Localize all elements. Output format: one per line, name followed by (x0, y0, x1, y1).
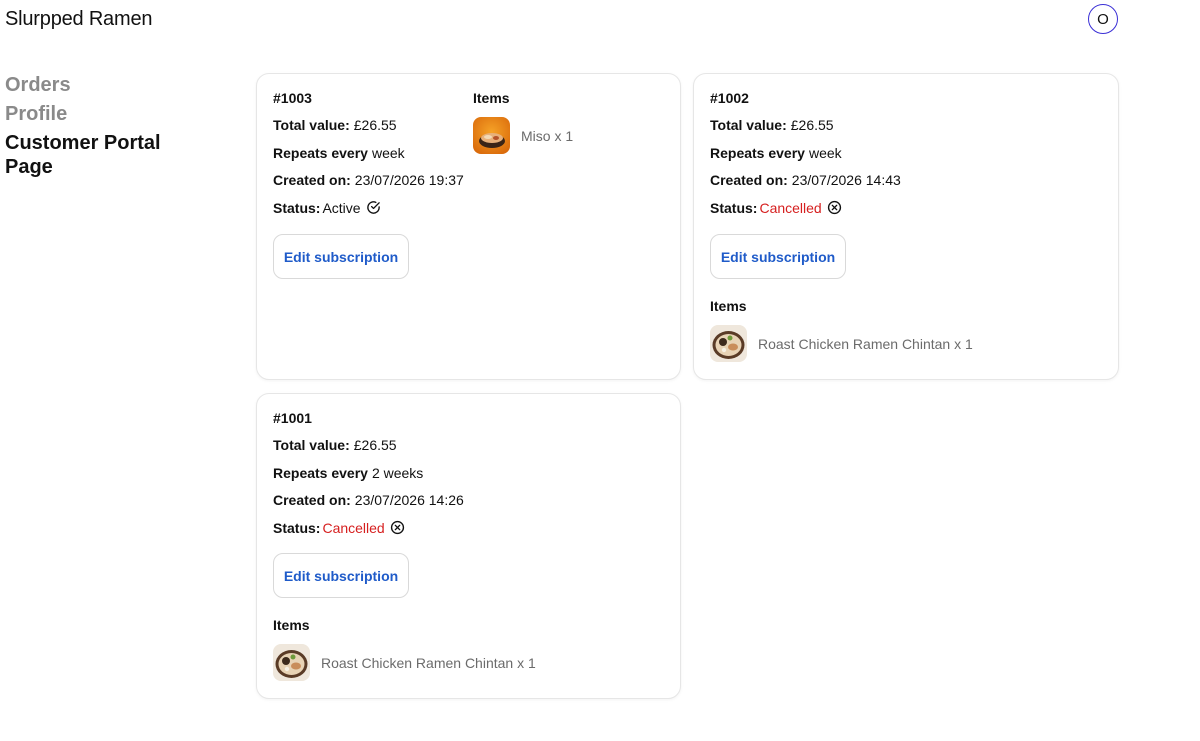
sidebar-item-orders[interactable]: Orders (5, 73, 195, 97)
items-section: Items Miso x 1 (473, 88, 573, 154)
item-name: Miso x 1 (521, 127, 574, 144)
subscription-details: #1003 Total value: £26.55 Repeats every … (273, 88, 464, 225)
total-value: £26.55 (353, 437, 397, 453)
created-label: Created on: (273, 492, 351, 508)
status-label: Status: (273, 519, 321, 536)
status-row: Status: Cancelled (273, 518, 464, 538)
repeats-value: 2 weeks (371, 464, 424, 481)
status-value: Cancelled (759, 199, 822, 216)
edit-subscription-button[interactable]: Edit subscription (273, 234, 409, 279)
total-value-row: Total value: £26.55 (273, 115, 464, 135)
chicken-ramen-thumbnail (273, 644, 310, 681)
subscription-details: #1002 Total value: £26.55 Repeats every … (710, 88, 901, 225)
total-value-label: Total value: (273, 437, 350, 453)
order-id: #1002 (710, 90, 749, 106)
sidebar-item-customer-portal-page[interactable]: Customer Portal Page (5, 131, 195, 179)
sidebar-item-profile[interactable]: Profile (5, 102, 195, 126)
created-value: 23/07/2026 14:43 (791, 172, 901, 188)
subscription-card: #1001 Total value: £26.55 Repeats every … (256, 393, 681, 699)
repeats-value: week (371, 144, 405, 161)
repeats-label: Repeats every (273, 144, 368, 161)
total-value: £26.55 (353, 117, 397, 133)
repeats-row: Repeats every week (273, 143, 464, 163)
item-name: Roast Chicken Ramen Chintan x 1 (758, 335, 973, 352)
items-heading: Items (473, 90, 510, 106)
edit-subscription-button[interactable]: Edit subscription (710, 234, 846, 279)
created-value: 23/07/2026 19:37 (354, 172, 464, 188)
created-row: Created on: 23/07/2026 14:43 (710, 170, 901, 190)
total-value: £26.55 (790, 117, 834, 133)
repeats-label: Repeats every (710, 144, 805, 161)
sidebar-nav: Orders Profile Customer Portal Page (5, 73, 195, 184)
created-label: Created on: (710, 172, 788, 188)
total-value-label: Total value: (710, 117, 787, 133)
items-heading: Items (710, 298, 747, 314)
repeats-label: Repeats every (273, 464, 368, 481)
total-value-row: Total value: £26.55 (273, 435, 464, 455)
subscription-details: #1001 Total value: £26.55 Repeats every … (273, 408, 464, 545)
x-circle-icon (827, 200, 842, 215)
status-label: Status: (273, 199, 321, 216)
created-label: Created on: (273, 172, 351, 188)
edit-subscription-button[interactable]: Edit subscription (273, 553, 409, 598)
check-circle-icon (366, 200, 381, 215)
status-value: Active (322, 199, 361, 216)
items-heading: Items (273, 617, 310, 633)
repeats-row: Repeats every 2 weeks (273, 463, 464, 483)
chicken-ramen-thumbnail (710, 325, 747, 362)
total-value-label: Total value: (273, 117, 350, 133)
created-row: Created on: 23/07/2026 14:26 (273, 490, 464, 510)
status-row: Status: Active (273, 198, 464, 218)
status-value: Cancelled (322, 519, 385, 536)
items-section: Items Roast Chicken Ramen Chintan x 1 (710, 296, 973, 362)
status-label: Status: (710, 199, 758, 216)
miso-ramen-thumbnail (473, 117, 510, 154)
subscription-card: #1002 Total value: £26.55 Repeats every … (693, 73, 1119, 380)
total-value-row: Total value: £26.55 (710, 115, 901, 135)
created-value: 23/07/2026 14:26 (354, 492, 464, 508)
items-section: Items Roast Chicken Ramen Chintan x 1 (273, 615, 536, 681)
item-name: Roast Chicken Ramen Chintan x 1 (321, 654, 536, 671)
repeats-row: Repeats every week (710, 143, 901, 163)
created-row: Created on: 23/07/2026 19:37 (273, 170, 464, 190)
order-id: #1001 (273, 410, 312, 426)
list-item: Roast Chicken Ramen Chintan x 1 (710, 325, 973, 362)
subscription-card: #1003 Total value: £26.55 Repeats every … (256, 73, 681, 380)
x-circle-icon (390, 520, 405, 535)
brand-title: Slurpped Ramen (5, 8, 153, 30)
order-id: #1003 (273, 90, 312, 106)
list-item: Miso x 1 (473, 117, 573, 154)
user-avatar[interactable]: O (1088, 4, 1118, 34)
list-item: Roast Chicken Ramen Chintan x 1 (273, 644, 536, 681)
repeats-value: week (808, 144, 842, 161)
status-row: Status: Cancelled (710, 198, 901, 218)
